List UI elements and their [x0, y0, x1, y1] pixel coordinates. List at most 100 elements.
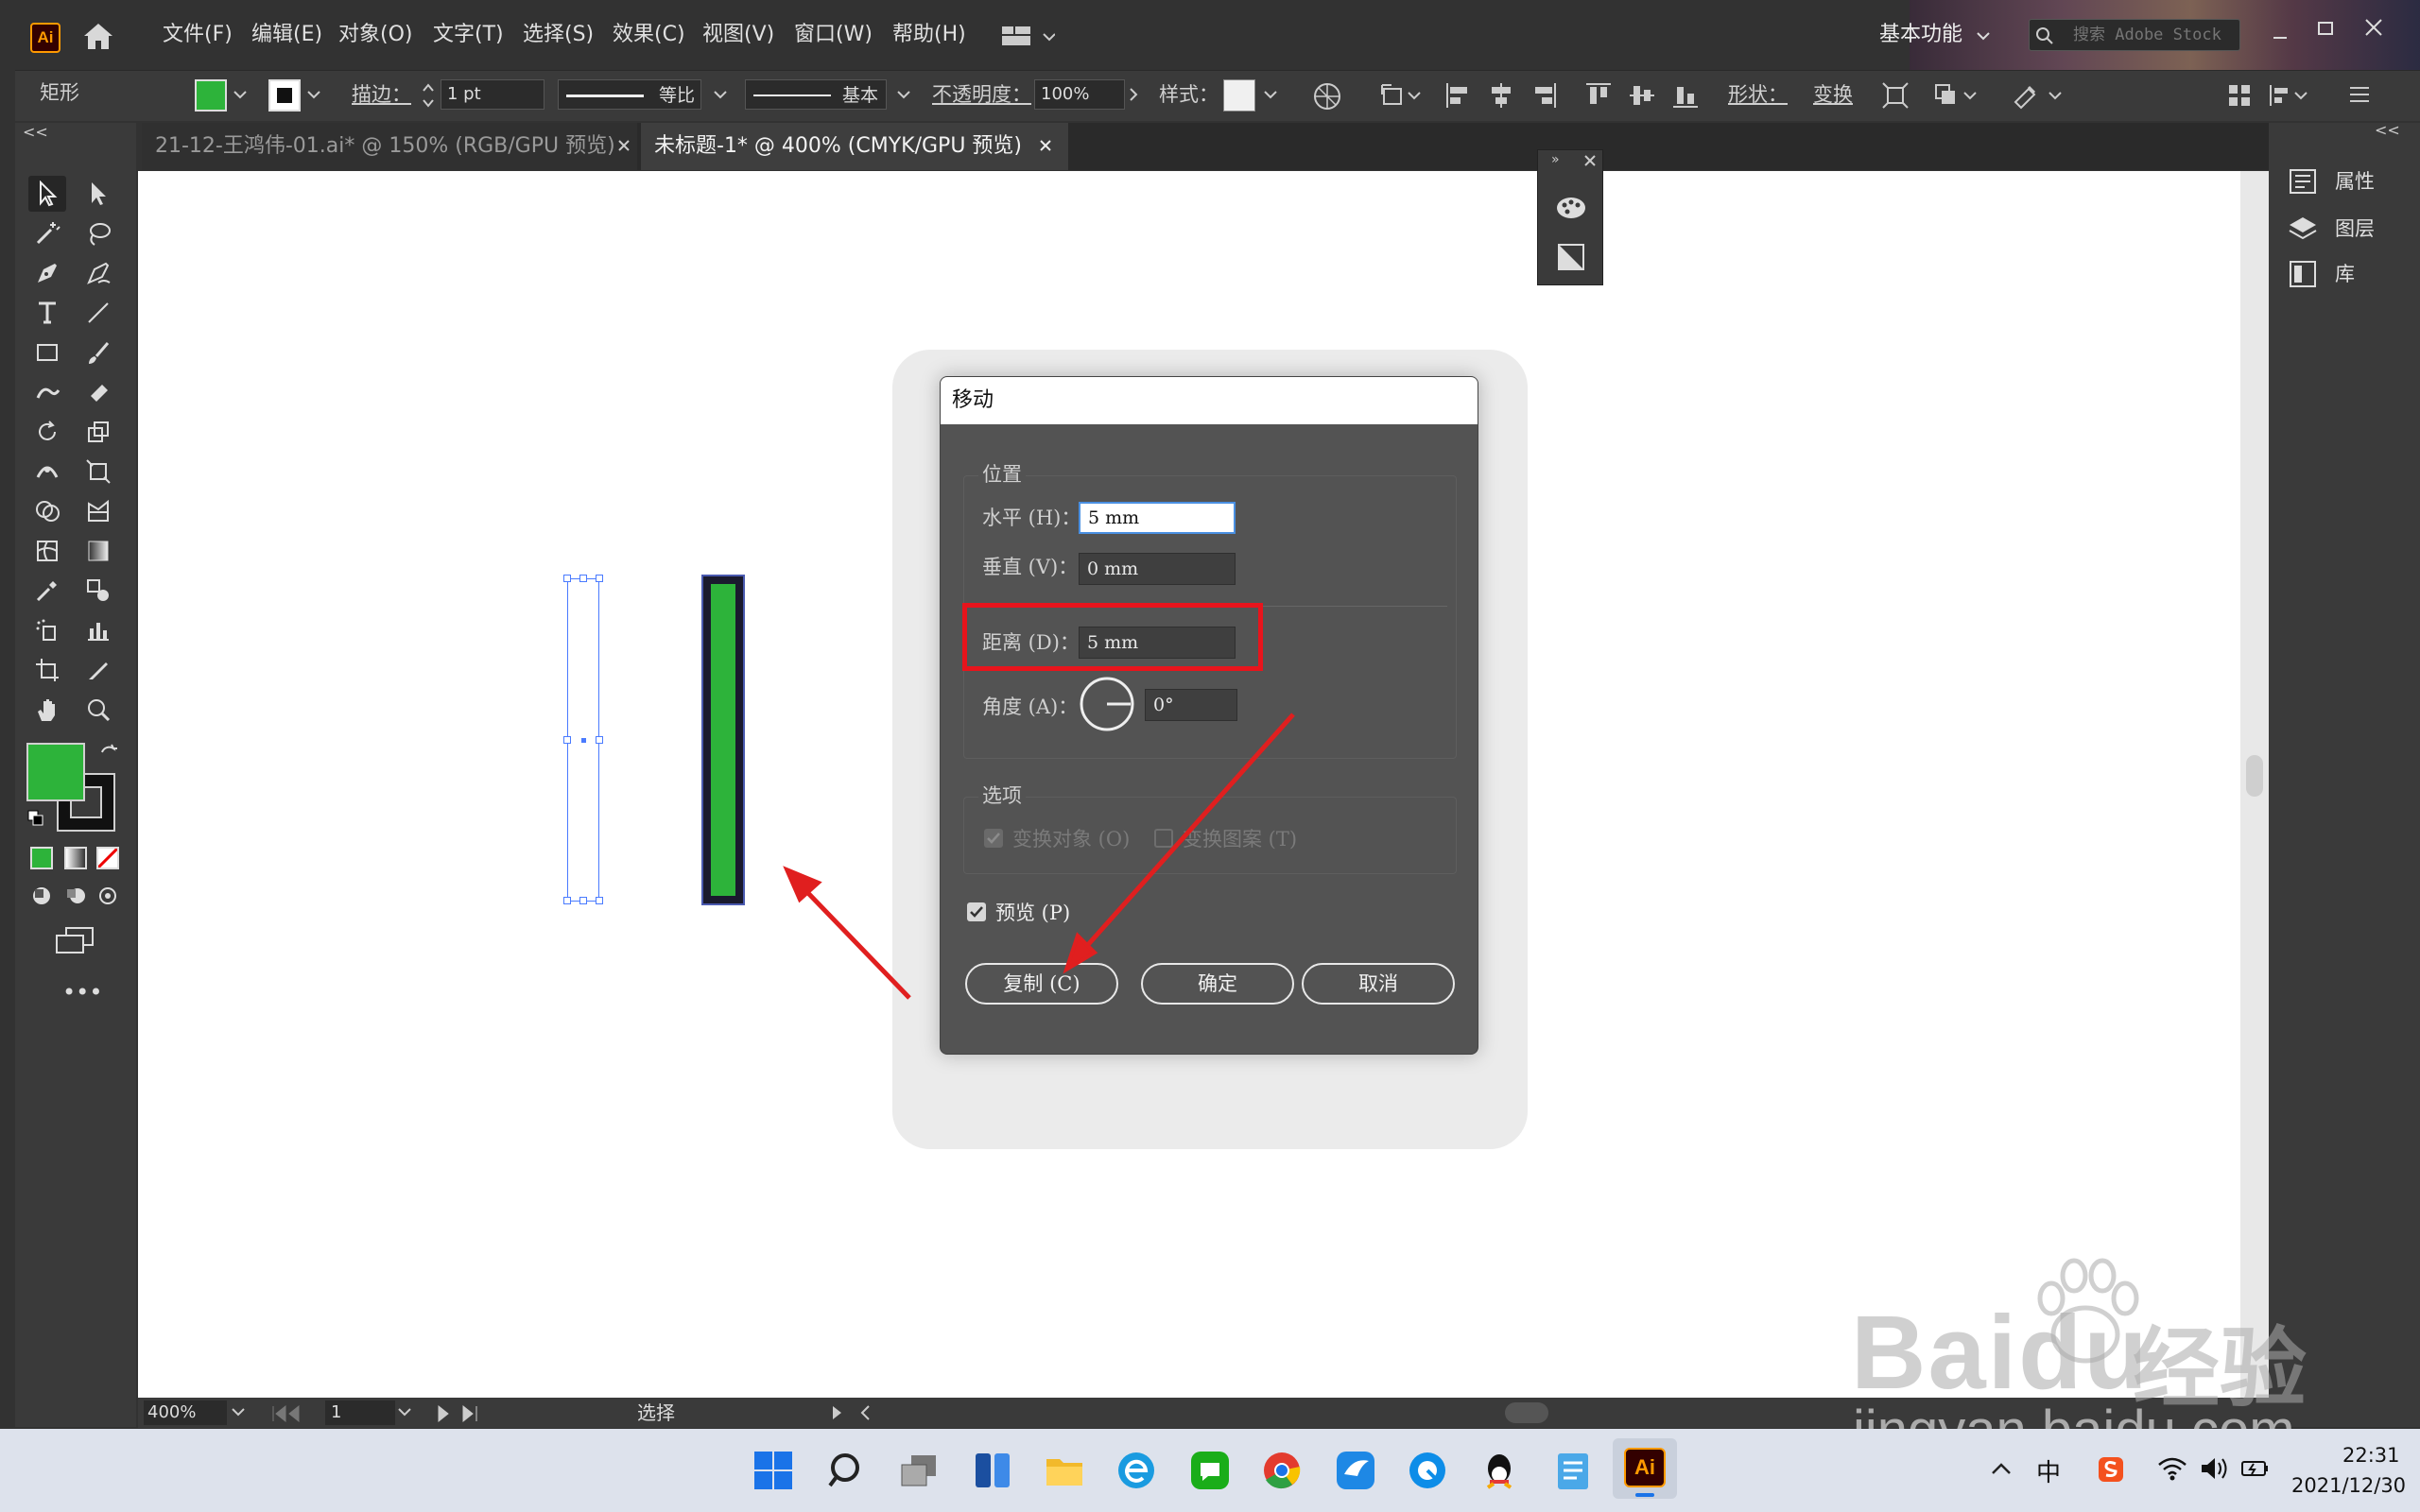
volume-icon[interactable]: [2199, 1455, 2229, 1482]
curvature-tool-icon[interactable]: [79, 255, 117, 291]
panel-libraries[interactable]: 库: [2335, 255, 2355, 293]
selection-handle[interactable]: [596, 575, 603, 582]
transform-patterns-checkbox[interactable]: [1154, 829, 1173, 848]
shaper-tool-icon[interactable]: [28, 374, 66, 410]
eraser-tool-icon[interactable]: [79, 374, 117, 410]
collapse-arrows-icon[interactable]: <<: [23, 123, 48, 141]
chevron-down-icon[interactable]: [397, 1406, 412, 1419]
shape-label[interactable]: 形状：: [1728, 81, 1788, 108]
close-icon[interactable]: [2363, 17, 2384, 38]
selection-handle[interactable]: [579, 575, 587, 582]
style-swatch[interactable]: [1223, 79, 1255, 112]
zoom-field[interactable]: 400%: [144, 1400, 227, 1425]
quick-actions-icon[interactable]: [2012, 81, 2065, 110]
menu-edit[interactable]: 编辑(E): [251, 21, 322, 49]
edge-browser-icon[interactable]: [1115, 1450, 1157, 1491]
feishu-icon[interactable]: [1335, 1450, 1376, 1491]
gradient-mode-icon[interactable]: [64, 847, 87, 869]
column-graph-tool-icon[interactable]: [79, 612, 117, 648]
stock-search-box[interactable]: [2029, 19, 2240, 51]
symbol-sprayer-tool-icon[interactable]: [28, 612, 66, 648]
close-tab-icon[interactable]: [616, 138, 631, 153]
panel-layout-icon[interactable]: [2227, 83, 2252, 108]
qq-icon[interactable]: [1478, 1450, 1520, 1491]
align-bottom-icon[interactable]: [1671, 81, 1700, 110]
selection-handle[interactable]: [596, 897, 603, 904]
arrange-documents-icon[interactable]: [1002, 25, 1055, 47]
stock-search-input[interactable]: [2073, 23, 2234, 47]
slice-tool-icon[interactable]: [79, 652, 117, 688]
tab-document-2[interactable]: 未标题-1* @ 400% (CMYK/GPU 预览): [641, 123, 1068, 170]
align-to-icon[interactable]: [1380, 81, 1422, 110]
stroke-label[interactable]: 描边：: [352, 81, 411, 108]
close-icon[interactable]: [1583, 154, 1597, 167]
line-tool-icon[interactable]: [79, 295, 117, 331]
mesh-tool-icon[interactable]: [28, 533, 66, 569]
scroll-thumb[interactable]: [2246, 755, 2263, 797]
clock-date[interactable]: 2021/12/30: [2291, 1474, 2406, 1497]
screen-mode-icon[interactable]: [55, 926, 95, 954]
menu-type[interactable]: 文字(T): [433, 21, 504, 49]
task-view-icon[interactable]: [898, 1450, 940, 1491]
search-icon[interactable]: [826, 1450, 868, 1491]
clock-time[interactable]: 22:31: [2342, 1444, 2400, 1467]
hand-tool-icon[interactable]: [28, 692, 66, 728]
selection-tool-icon[interactable]: [28, 176, 66, 212]
collapse-arrows-icon[interactable]: <<: [2375, 121, 2400, 139]
selection-handle[interactable]: [579, 897, 587, 904]
transform-objects-checkbox[interactable]: [984, 829, 1003, 848]
chevron-down-icon[interactable]: [233, 89, 248, 102]
chevron-down-icon[interactable]: [713, 89, 728, 102]
libraries-icon[interactable]: [2288, 259, 2318, 289]
fill-color-box[interactable]: [26, 743, 85, 801]
preview-checkbox[interactable]: [967, 902, 986, 921]
fill-swatch[interactable]: [195, 79, 227, 112]
green-rectangle-preview[interactable]: [701, 575, 745, 905]
menu-select[interactable]: 选择(S): [523, 21, 594, 49]
color-guide-icon[interactable]: [1557, 243, 1585, 271]
home-icon[interactable]: [81, 21, 115, 51]
chevron-down-icon[interactable]: [1976, 28, 1991, 43]
close-tab-icon[interactable]: [1038, 138, 1053, 153]
cancel-button[interactable]: 取消: [1302, 963, 1455, 1005]
shape-builder-tool-icon[interactable]: [28, 493, 66, 529]
menu-file[interactable]: 文件(F): [163, 21, 233, 49]
wifi-icon[interactable]: [2157, 1455, 2187, 1482]
width-tool-icon[interactable]: [28, 454, 66, 490]
panel-layers[interactable]: 图层: [2335, 210, 2375, 248]
panel-menu-icon[interactable]: [2348, 83, 2371, 106]
stroke-profile-select[interactable]: 等比: [558, 79, 701, 110]
menu-object[interactable]: 对象(O): [338, 21, 412, 49]
selection-handle[interactable]: [563, 575, 571, 582]
arrange-icon[interactable]: [1932, 81, 1978, 110]
artboard-tool-icon[interactable]: [28, 652, 66, 688]
color-palette-icon[interactable]: [1555, 194, 1587, 222]
draw-normal-icon[interactable]: [30, 885, 53, 907]
more-tools-icon[interactable]: •••: [62, 979, 102, 1005]
start-menu-icon[interactable]: [752, 1450, 794, 1491]
maximize-icon[interactable]: [2316, 19, 2335, 38]
align-middle-icon[interactable]: [1628, 81, 1656, 110]
transform-label[interactable]: 变换: [1813, 81, 1853, 108]
artboard-number-field[interactable]: 1: [325, 1400, 395, 1425]
wechat-work-icon[interactable]: [1189, 1450, 1231, 1491]
align-right-icon[interactable]: [1531, 81, 1558, 110]
opacity-label[interactable]: 不透明度：: [932, 81, 1031, 108]
menu-effect[interactable]: 效果(C): [613, 21, 685, 49]
menu-help[interactable]: 帮助(H): [892, 21, 966, 49]
type-tool-icon[interactable]: [28, 295, 66, 331]
direct-selection-tool-icon[interactable]: [79, 176, 117, 212]
paintbrush-tool-icon[interactable]: [79, 335, 117, 370]
layers-icon[interactable]: [2288, 214, 2318, 244]
draw-behind-icon[interactable]: [64, 885, 87, 907]
workspace-switcher[interactable]: 基本功能: [1879, 21, 1962, 49]
distribute-icon[interactable]: [2267, 83, 2310, 108]
chevron-down-icon[interactable]: [896, 89, 911, 102]
widgets-icon[interactable]: [972, 1450, 1013, 1491]
blend-tool-icon[interactable]: [79, 573, 117, 609]
browser-360-icon[interactable]: [1407, 1450, 1448, 1491]
chevron-down-icon[interactable]: [306, 89, 321, 102]
battery-icon[interactable]: [2240, 1457, 2271, 1480]
horizontal-scroll-left-icon[interactable]: [858, 1404, 872, 1421]
chevron-down-icon[interactable]: [231, 1406, 246, 1419]
